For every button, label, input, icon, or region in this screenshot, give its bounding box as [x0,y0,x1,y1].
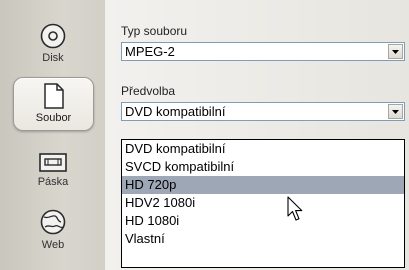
dropdown-option-highlighted[interactable]: HD 720p [122,176,404,194]
sidebar-item-paska[interactable]: Páska [14,142,92,194]
sidebar-item-label: Soubor [35,112,72,124]
globe-icon [39,205,67,237]
sidebar-item-disk[interactable]: Disk [14,18,92,70]
mouse-pointer-icon [287,196,303,221]
sidebar-item-label: Páska [37,176,69,188]
chevron-down-icon[interactable] [388,44,403,59]
sidebar-item-label: Disk [42,52,64,64]
sidebar-item-web[interactable]: Web [14,205,92,257]
file-type-value: MPEG-2 [125,44,175,59]
sidebar: Disk Soubor Páska Web [0,0,105,270]
disc-icon [39,18,67,50]
file-type-select[interactable]: MPEG-2 [121,42,405,61]
chevron-down-icon[interactable] [388,104,403,119]
dropdown-option[interactable]: HDV2 1080i [122,194,404,212]
dropdown-option[interactable]: Vlastní [122,230,404,248]
dropdown-option[interactable]: SVCD kompatibilní [122,158,404,176]
sidebar-item-soubor[interactable]: Soubor [13,77,94,131]
preset-value: DVD kompatibilní [125,104,226,119]
preset-select[interactable]: DVD kompatibilní [121,102,405,121]
file-icon [43,78,65,110]
dropdown-option[interactable]: DVD kompatibilní [122,140,404,158]
tape-icon [38,142,68,174]
preset-label: Předvolba [121,84,176,98]
sidebar-item-label: Web [41,239,65,251]
dropdown-option[interactable]: HD 1080i [122,212,404,230]
preset-dropdown-list[interactable]: DVD kompatibilní SVCD kompatibilní HD 72… [121,139,405,268]
file-type-label: Typ souboru [121,24,188,38]
